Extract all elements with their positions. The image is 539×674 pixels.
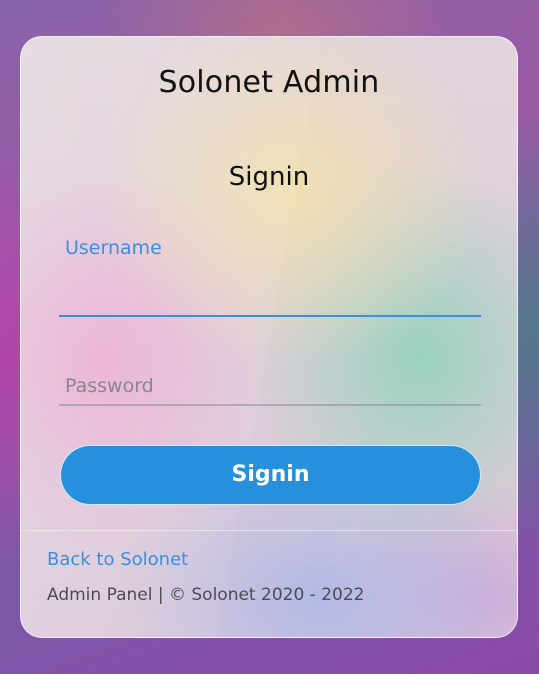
username-label: Username (65, 237, 162, 259)
footer-divider (21, 530, 517, 531)
login-card: Solonet Admin Signin Username Signin Bac… (20, 36, 518, 638)
username-underline (59, 315, 481, 317)
app-title: Solonet Admin (158, 65, 380, 100)
back-to-solonet-link[interactable]: Back to Solonet (47, 549, 188, 570)
password-input[interactable] (59, 366, 481, 406)
signin-button[interactable]: Signin (60, 445, 481, 505)
username-input[interactable] (59, 277, 481, 317)
username-field: Username (59, 237, 481, 317)
login-card-content: Solonet Admin Signin Username Signin Bac… (21, 37, 517, 637)
form-title: Signin (228, 162, 310, 192)
password-underline (59, 404, 481, 406)
password-field (59, 362, 481, 406)
copyright-text: Admin Panel | © Solonet 2020 - 2022 (47, 585, 365, 605)
